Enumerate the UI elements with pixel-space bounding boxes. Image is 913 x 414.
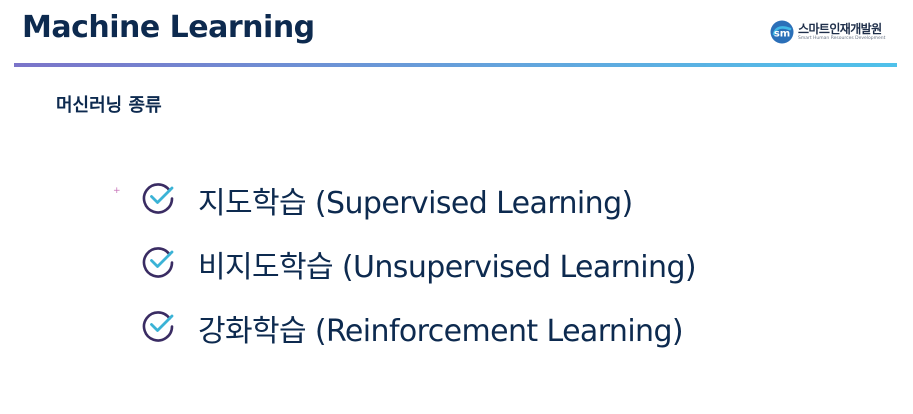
sm-logo-icon: sm <box>770 20 794 44</box>
svg-text:sm: sm <box>774 29 790 40</box>
bullet-text: 비지도학습 (Unsupervised Learning) <box>198 250 697 285</box>
brand-logo: sm 스마트인재개발원 Smart Human Resources Develo… <box>770 19 900 47</box>
brand-subtitle: Smart Human Resources Development <box>798 36 886 41</box>
check-circle-icon <box>142 183 174 214</box>
bullet-text: 강화학습 (Reinforcement Learning) <box>198 314 684 349</box>
header-divider <box>14 63 897 67</box>
bullet-text: 지도학습 (Supervised Learning) <box>198 186 633 221</box>
brand-name: 스마트인재개발원 <box>798 22 882 36</box>
section-heading: 머신러닝 종류 <box>56 95 162 116</box>
slide-title: Machine Learning <box>22 10 315 45</box>
check-circle-icon <box>142 247 174 278</box>
sparkle-decoration: + <box>113 186 121 196</box>
check-circle-icon <box>142 311 174 342</box>
